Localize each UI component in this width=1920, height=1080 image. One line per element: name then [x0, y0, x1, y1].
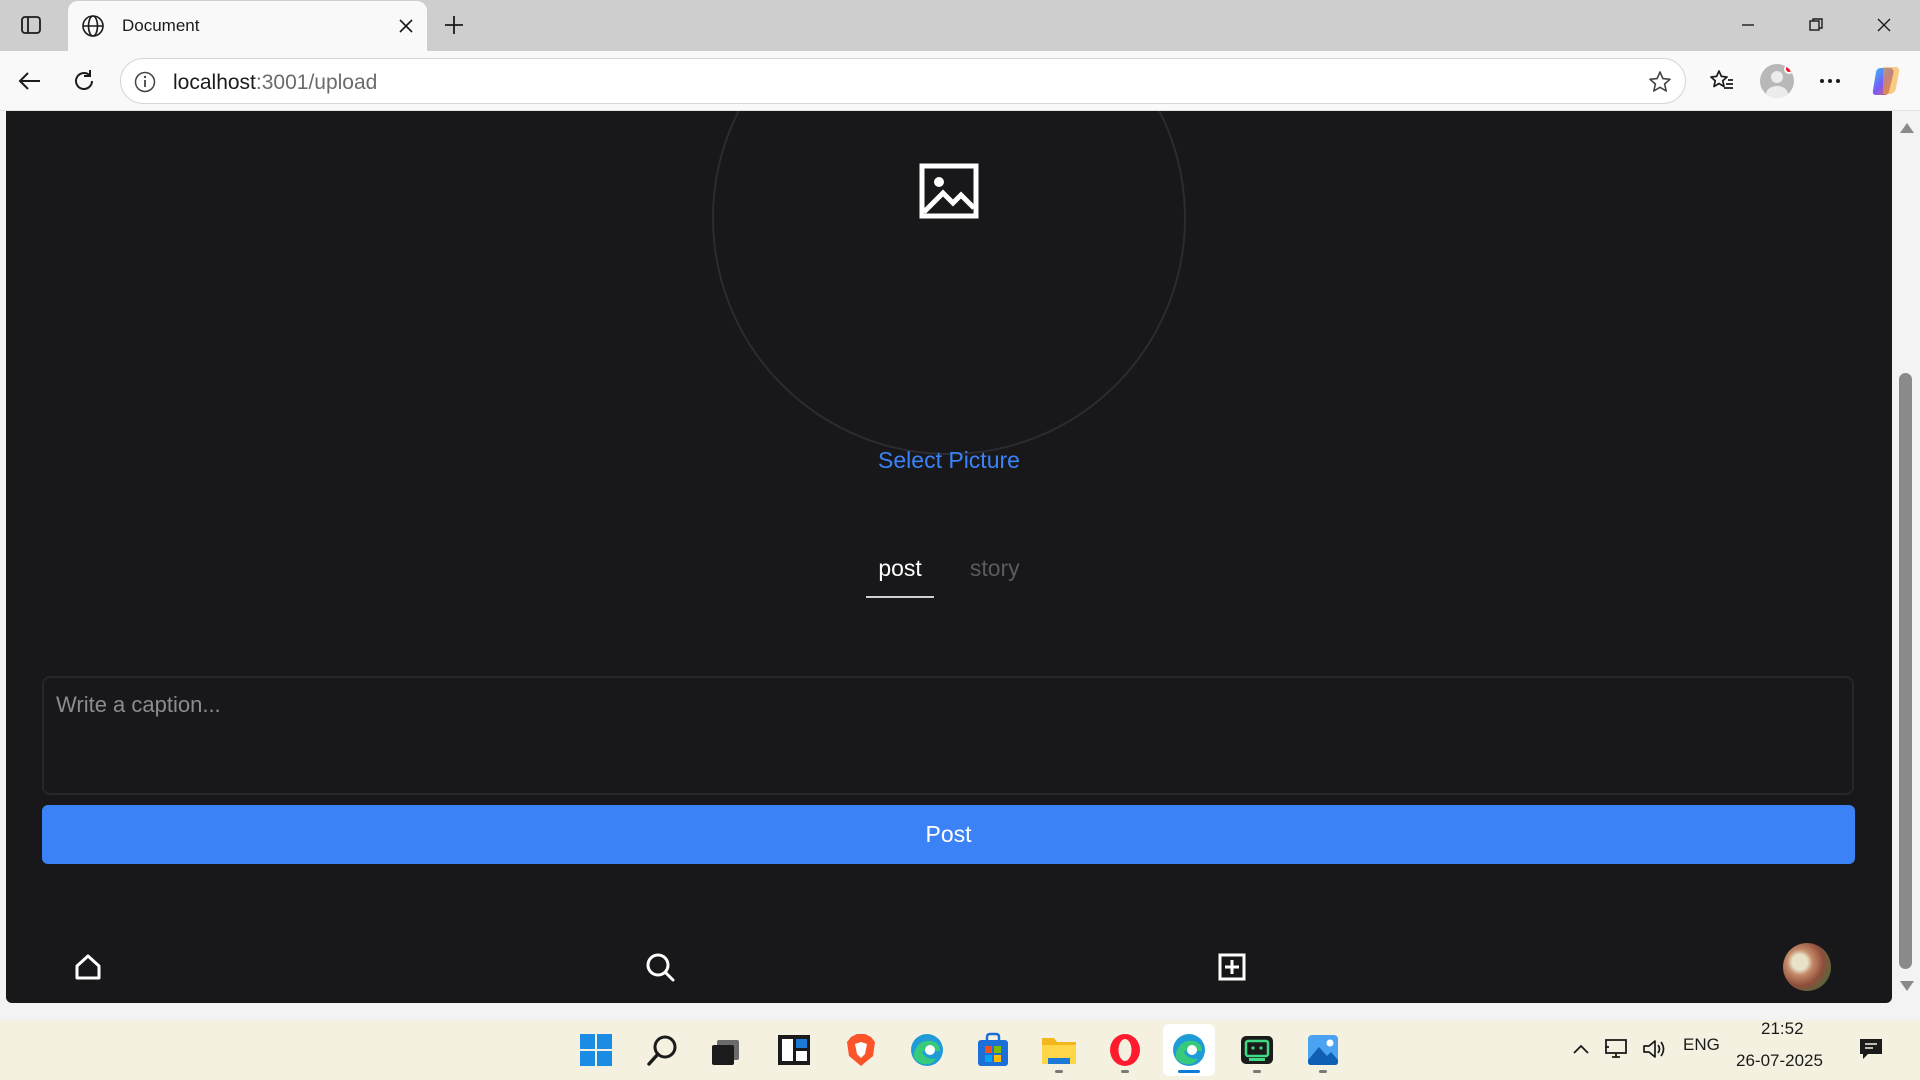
clock-time[interactable]: 21:52 [1761, 1019, 1804, 1039]
clock-date[interactable]: 26-07-2025 [1736, 1051, 1823, 1071]
search-icon[interactable] [638, 945, 682, 989]
photos-icon[interactable] [1297, 1024, 1349, 1076]
site-info-icon[interactable] [133, 70, 157, 94]
home-icon[interactable] [66, 945, 110, 989]
edge-icon[interactable] [901, 1024, 953, 1076]
profile-avatar-icon[interactable] [1760, 64, 1794, 98]
bottom-nav [6, 933, 1892, 1003]
url-host: localhost [173, 71, 256, 94]
scroll-up-icon[interactable] [1900, 123, 1914, 133]
task-view-icon[interactable] [700, 1024, 752, 1076]
post-button[interactable]: Post [42, 805, 1855, 864]
running-indicator [1319, 1070, 1327, 1073]
search-icon[interactable] [637, 1024, 689, 1076]
volume-icon[interactable] [1640, 1034, 1668, 1064]
notification-dot [1784, 64, 1794, 74]
language-indicator[interactable]: ENG [1683, 1035, 1720, 1055]
caption-input[interactable] [42, 676, 1854, 795]
close-tab-icon[interactable] [391, 11, 421, 41]
scroll-thumb[interactable] [1899, 373, 1912, 969]
url-text: localhost:3001/upload [173, 71, 377, 95]
post-type-tabs: post story [6, 549, 1892, 598]
copilot-icon[interactable] [1866, 61, 1906, 101]
opera-icon[interactable] [1099, 1024, 1151, 1076]
edge-active-icon[interactable] [1163, 1024, 1215, 1076]
refresh-icon[interactable] [64, 61, 104, 101]
tab-story[interactable]: story [958, 549, 1032, 598]
active-indicator [1178, 1070, 1200, 1073]
more-options-icon[interactable] [1810, 61, 1850, 101]
browser-titlebar: Document [0, 0, 1920, 51]
back-icon[interactable] [10, 61, 50, 101]
minimize-icon[interactable] [1720, 0, 1776, 50]
add-post-icon[interactable] [1210, 945, 1254, 989]
profile-avatar[interactable] [1783, 943, 1831, 991]
running-indicator [1253, 1070, 1261, 1073]
brave-icon[interactable] [835, 1024, 887, 1076]
browser-toolbar: localhost:3001/upload [0, 51, 1920, 111]
restore-icon[interactable] [1788, 0, 1844, 50]
globe-icon [78, 11, 108, 41]
windows-taskbar [0, 1020, 1920, 1080]
start-icon[interactable] [570, 1024, 622, 1076]
browser-tab[interactable]: Document [68, 1, 427, 51]
running-indicator [1121, 1070, 1129, 1073]
tab-post[interactable]: post [866, 549, 934, 598]
store-icon[interactable] [967, 1024, 1019, 1076]
address-bar[interactable]: localhost:3001/upload [120, 58, 1686, 104]
tab-actions-icon[interactable] [12, 8, 50, 42]
close-window-icon[interactable] [1856, 0, 1912, 50]
terminal-icon[interactable] [1231, 1024, 1283, 1076]
network-icon[interactable] [1603, 1034, 1631, 1064]
chevron-up-icon[interactable] [1570, 1034, 1592, 1064]
favorites-icon[interactable] [1702, 61, 1742, 101]
running-indicator [1055, 1070, 1063, 1073]
page-scrollbar[interactable] [1892, 111, 1920, 1003]
select-picture-link[interactable]: Select Picture [6, 447, 1892, 474]
notifications-icon[interactable] [1855, 1034, 1887, 1064]
page-viewport: Select Picture post story Post [6, 111, 1892, 1003]
tab-title: Document [122, 16, 200, 35]
new-tab-icon[interactable] [436, 7, 472, 43]
widgets-icon[interactable] [768, 1024, 820, 1076]
image-placeholder-icon [919, 163, 979, 219]
scroll-down-icon[interactable] [1900, 981, 1914, 991]
favorite-star-icon[interactable] [1647, 69, 1673, 95]
file-explorer-icon[interactable] [1033, 1024, 1085, 1076]
url-path: :3001/upload [255, 71, 378, 94]
